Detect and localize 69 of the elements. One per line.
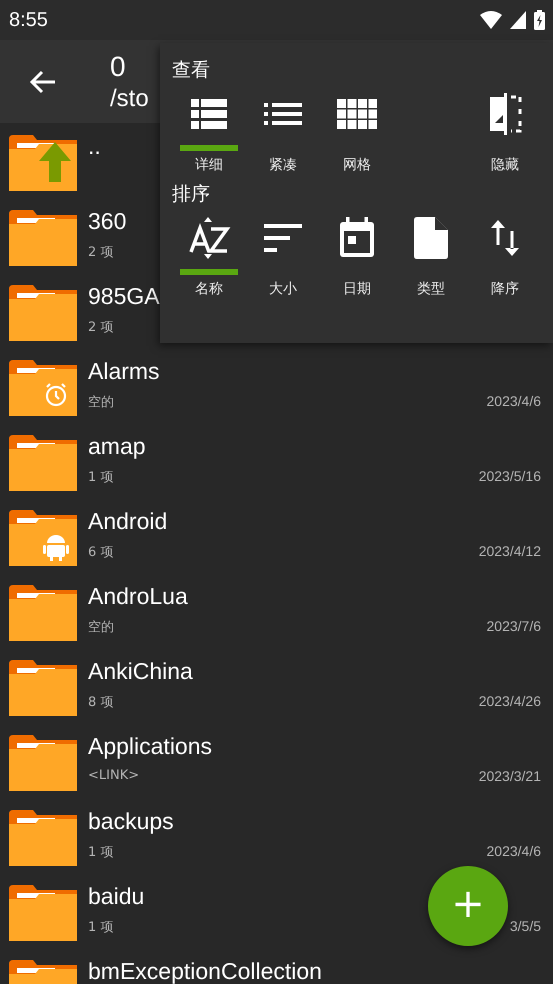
folder-icon: [9, 584, 77, 640]
folder-icon: [9, 284, 77, 340]
modified-date: 2023/4/6: [486, 392, 541, 410]
menu-option[interactable]: 网格: [320, 89, 394, 175]
file-name: Android: [88, 506, 168, 534]
folder-icon: [9, 884, 77, 940]
file-name: Alarms: [88, 356, 160, 384]
menu-section-title: 查看: [172, 58, 210, 83]
menu-option[interactable]: 日期: [320, 213, 394, 299]
modified-date: 2023/5/16: [478, 468, 541, 486]
folder-icon: [9, 434, 77, 490]
sort-lines-icon: [264, 224, 302, 252]
alphabetical-sort-icon: [187, 216, 231, 260]
folder-icon: [9, 660, 77, 716]
menu-option[interactable]: 隐藏: [468, 89, 542, 175]
modified-date: 2023/4/6: [486, 842, 541, 860]
item-count: 2 项: [88, 318, 114, 336]
file-name: backups: [88, 806, 174, 834]
wifi-icon: [480, 11, 502, 29]
file-name: bmExceptionCollection: [88, 956, 322, 984]
selection-indicator: [180, 269, 238, 275]
item-count: 2 项: [88, 244, 114, 260]
swap-vertical-icon: [489, 219, 521, 257]
menu-section-title: 排序: [172, 182, 210, 207]
file-name: AnkiChina: [88, 656, 193, 684]
file-name: 985GA: [88, 282, 160, 310]
menu-option[interactable]: 降序: [468, 213, 542, 299]
modified-date: 3/5/5: [510, 918, 541, 936]
file-name: ..: [88, 132, 101, 160]
list-icon: [191, 99, 227, 129]
menu-option[interactable]: 类型: [394, 213, 468, 299]
folder-path: /sto: [110, 84, 149, 114]
item-count: 8 项: [88, 694, 114, 710]
modified-date: 2023/3/21: [478, 768, 541, 786]
file-name: Applications: [88, 732, 212, 760]
parent-folder-icon: [9, 134, 77, 190]
folder-icon: [9, 210, 77, 266]
back-arrow-icon[interactable]: [30, 70, 56, 94]
file-icon: [414, 217, 448, 259]
calendar-icon: [338, 217, 376, 259]
item-count: <LINK>: [88, 768, 140, 784]
modified-date: 2023/4/26: [478, 692, 541, 710]
battery-icon: [534, 10, 545, 30]
file-name: amap: [88, 432, 146, 460]
item-count: 1 项: [88, 918, 114, 936]
signal-icon: [510, 11, 526, 29]
file-name: AndroLua: [88, 582, 188, 610]
folder-icon: [9, 734, 77, 790]
selection-indicator: [180, 145, 238, 151]
item-count: 空的: [88, 394, 114, 410]
item-count: 1 项: [88, 844, 114, 860]
folder-icon: [9, 360, 77, 416]
folder-icon: [9, 810, 77, 866]
menu-option[interactable]: 名称: [172, 213, 246, 299]
compact-list-icon: [264, 103, 302, 125]
file-name: baidu: [88, 882, 144, 910]
item-count: 1 项: [88, 468, 114, 486]
grid-icon: [337, 99, 377, 129]
folder-title: 0: [110, 50, 127, 84]
file-name: 360: [88, 206, 126, 234]
item-count: 6 项: [88, 544, 114, 560]
status-time: 8:55: [9, 8, 48, 32]
folder-icon: [9, 510, 77, 566]
modified-date: 2023/4/12: [478, 542, 541, 560]
item-count: 空的: [88, 618, 114, 636]
menu-option[interactable]: 详细: [172, 89, 246, 175]
menu-option[interactable]: 紧凑: [246, 89, 320, 175]
modified-date: 2023/7/6: [486, 618, 541, 636]
menu-option[interactable]: 大小: [246, 213, 320, 299]
